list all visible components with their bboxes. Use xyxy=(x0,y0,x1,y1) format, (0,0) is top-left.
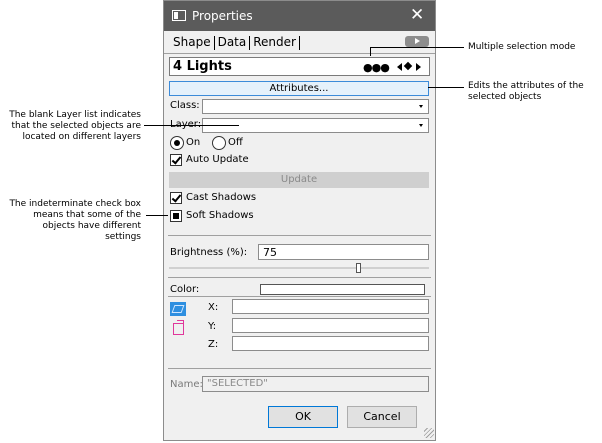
divider xyxy=(168,235,431,236)
color-swatch[interactable] xyxy=(260,284,425,295)
callout-check-4: settings xyxy=(105,232,141,242)
on-radio-label: On xyxy=(186,137,201,148)
callout-attributes-2: selected objects xyxy=(468,92,542,102)
properties-window: Properties ✕ Shape Data Render 4 Lights ●●… xyxy=(163,0,436,441)
soft-shadows-label: Soft Shadows xyxy=(186,210,254,221)
multiple-selection-icon[interactable]: ●●● xyxy=(363,61,390,74)
divider xyxy=(164,53,435,54)
select-mode-icon[interactable] xyxy=(403,61,413,71)
object-name: 4 Lights xyxy=(173,59,232,74)
next-object-icon[interactable] xyxy=(416,63,421,71)
class-select[interactable] xyxy=(202,99,429,114)
callout-line xyxy=(370,47,371,56)
color-label: Color: xyxy=(170,284,200,295)
divider xyxy=(168,277,431,278)
brightness-input[interactable]: 75 xyxy=(258,244,429,260)
name-label: Name: xyxy=(170,379,203,390)
tab-bar: Shape Data Render xyxy=(170,35,300,50)
slider-thumb[interactable] xyxy=(356,263,361,273)
callout-attributes-1: Edits the attributes of the xyxy=(468,81,584,91)
cube-icon[interactable] xyxy=(173,320,184,335)
tab-data[interactable]: Data xyxy=(215,35,250,49)
callout-checkbox: The indeterminate check box means that s… xyxy=(0,199,141,243)
plane-icon[interactable] xyxy=(170,302,186,316)
ok-button[interactable]: OK xyxy=(268,406,338,428)
auto-update-checkbox[interactable] xyxy=(170,154,182,166)
class-label: Class: xyxy=(170,100,200,111)
callout-check-1: The indeterminate check box xyxy=(9,199,141,209)
previous-object-icon[interactable] xyxy=(397,63,402,71)
x-label: X: xyxy=(208,302,219,313)
title-bar: Properties ✕ xyxy=(164,1,435,31)
on-radio[interactable] xyxy=(170,136,184,150)
soft-shadows-checkbox[interactable] xyxy=(170,210,182,222)
chevron-down-icon xyxy=(419,105,423,108)
callout-line xyxy=(144,125,239,126)
cancel-button[interactable]: Cancel xyxy=(347,406,417,428)
tab-shape[interactable]: Shape xyxy=(170,35,214,49)
resize-grip-icon[interactable] xyxy=(424,428,434,438)
gear-icon[interactable] xyxy=(405,36,429,47)
window-title: Properties xyxy=(192,9,253,23)
cast-shadows-label: Cast Shadows xyxy=(186,192,257,203)
brightness-slider[interactable] xyxy=(169,267,429,269)
y-input[interactable] xyxy=(232,318,429,333)
callout-layer-1: The blank Layer list indicates xyxy=(9,110,141,120)
name-value: "SELECTED" xyxy=(207,378,268,389)
attributes-button[interactable]: Attributes... xyxy=(169,81,429,96)
callout-line xyxy=(146,215,168,216)
off-radio[interactable] xyxy=(212,136,226,150)
callout-check-3: objects have different xyxy=(42,221,141,231)
callout-multiple-selection: Multiple selection mode xyxy=(468,42,576,52)
divider xyxy=(168,296,431,297)
brightness-label: Brightness (%): xyxy=(170,247,248,258)
callout-line xyxy=(370,47,464,48)
tab-render[interactable]: Render xyxy=(250,35,299,49)
update-button[interactable]: Update xyxy=(169,172,429,188)
cast-shadows-checkbox[interactable] xyxy=(170,192,182,204)
auto-update-label: Auto Update xyxy=(186,154,249,165)
tab-divider xyxy=(298,35,300,50)
off-radio-label: Off xyxy=(228,137,243,148)
divider xyxy=(168,368,431,369)
name-input[interactable]: "SELECTED" xyxy=(202,376,429,392)
callout-layer: The blank Layer list indicates that the … xyxy=(0,110,141,143)
chevron-down-icon xyxy=(419,124,423,127)
callout-check-2: means that some of the xyxy=(33,210,141,220)
z-label: Z: xyxy=(208,339,219,350)
y-label: Y: xyxy=(208,321,217,332)
brightness-value: 75 xyxy=(263,246,277,259)
callout-line xyxy=(428,87,464,88)
window-icon xyxy=(172,10,186,21)
object-name-bar: 4 Lights ●●● xyxy=(169,57,430,76)
close-icon[interactable]: ✕ xyxy=(410,5,424,25)
callout-layer-2: that the selected objects are xyxy=(11,121,141,131)
z-input[interactable] xyxy=(232,336,429,351)
callout-layer-3: located on different layers xyxy=(22,132,141,142)
x-input[interactable] xyxy=(232,299,429,314)
